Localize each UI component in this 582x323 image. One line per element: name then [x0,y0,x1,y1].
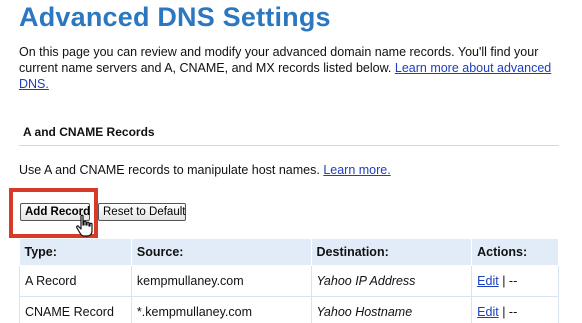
record-destination: Yahoo Hostname [311,296,473,323]
record-source: kempmullaney.com [131,265,312,297]
table-row: A Record kempmullaney.com Yahoo IP Addre… [19,265,559,297]
learn-more-link[interactable]: Learn more. [323,163,390,177]
edit-record-link[interactable]: Edit [477,305,499,319]
advanced-dns-page: Advanced DNS Settings On this page you c… [0,0,582,323]
a-cname-records-table: Type: Source: Destination: Actions: A Re… [19,239,559,323]
page-title: Advanced DNS Settings [19,2,331,32]
record-source: *.kempmullaney.com [131,296,312,323]
table-header-row: Type: Source: Destination: Actions: [19,239,559,266]
section-divider [19,145,559,146]
a-cname-section-heading: A and CNAME Records [23,125,155,139]
column-header-actions: Actions: [471,239,559,266]
a-cname-intro-text: Use A and CNAME records to manipulate ho… [19,163,320,177]
record-actions: Edit | -- [471,265,559,297]
a-cname-intro: Use A and CNAME records to manipulate ho… [19,163,391,177]
table-row: CNAME Record *.kempmullaney.com Yahoo Ho… [19,296,559,323]
actions-separator: | -- [502,274,518,288]
reset-to-default-button[interactable]: Reset to Default [98,203,186,221]
record-type: A Record [19,265,132,297]
actions-separator: | -- [502,305,518,319]
page-intro: On this page you can review and modify y… [19,44,564,92]
column-header-destination: Destination: [311,239,473,266]
column-header-source: Source: [131,239,312,266]
record-actions: Edit | -- [471,296,559,323]
edit-record-link[interactable]: Edit [477,274,499,288]
hand-pointer-icon [76,214,93,237]
record-destination: Yahoo IP Address [311,265,473,297]
column-header-type: Type: [19,239,132,266]
record-type: CNAME Record [19,296,132,323]
